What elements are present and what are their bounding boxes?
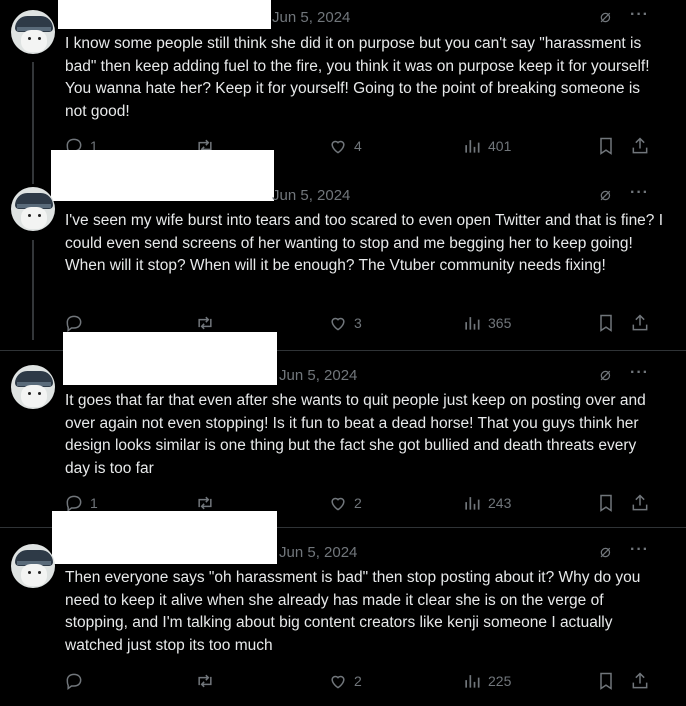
- reply-count: 1: [90, 495, 98, 511]
- post-date[interactable]: Jun 5, 2024: [279, 367, 357, 384]
- more-icon[interactable]: ···: [630, 6, 649, 24]
- repost-button[interactable]: [195, 493, 221, 513]
- like-icon: [331, 675, 345, 689]
- bookmark-button[interactable]: [596, 493, 616, 513]
- share-icon: [632, 672, 648, 689]
- share-icon: [632, 494, 648, 511]
- post[interactable]: Jun 5, 2024 ⌀ ··· I know some people sti…: [0, 0, 686, 175]
- views-count: 225: [488, 673, 512, 689]
- like-button[interactable]: 4: [328, 136, 362, 156]
- share-button[interactable]: [630, 136, 650, 156]
- like-count: 2: [354, 495, 362, 511]
- post-date[interactable]: Jun 5, 2024: [279, 544, 357, 561]
- post-text: I've seen my wife burst into tears and t…: [65, 212, 664, 274]
- share-button[interactable]: [630, 493, 650, 513]
- post-text: Then everyone says "oh harassment is bad…: [65, 569, 641, 654]
- repost-button[interactable]: [195, 671, 221, 691]
- views-button[interactable]: 401: [462, 136, 511, 156]
- like-icon: [331, 317, 345, 331]
- views-count: 243: [488, 495, 512, 511]
- avatar[interactable]: [11, 544, 55, 588]
- share-icon: [632, 137, 648, 154]
- views-icon: [465, 317, 480, 330]
- avatar[interactable]: [11, 10, 55, 54]
- share-button[interactable]: [630, 313, 650, 333]
- like-icon: [331, 497, 345, 511]
- like-count: 2: [354, 673, 362, 689]
- share-icon: [632, 314, 648, 331]
- views-count: 365: [488, 315, 512, 331]
- reply-button[interactable]: [64, 671, 90, 691]
- post-text: I know some people still think she did i…: [65, 35, 650, 120]
- avatar[interactable]: [11, 365, 55, 409]
- views-icon: [465, 140, 480, 153]
- post-text: It goes that far that even after she wan…: [65, 392, 646, 477]
- views-button[interactable]: 365: [462, 313, 511, 333]
- bookmark-icon: [600, 314, 612, 332]
- views-icon: [465, 497, 480, 510]
- views-button[interactable]: 243: [462, 493, 511, 513]
- grok-icon[interactable]: ⌀: [600, 184, 611, 205]
- repost-icon: [198, 496, 212, 510]
- repost-icon: [198, 674, 212, 688]
- repost-icon: [198, 316, 212, 330]
- post[interactable]: Jun 5, 2024 ⌀ ··· It goes that far that …: [0, 351, 686, 527]
- post-date[interactable]: Jun 5, 2024: [272, 187, 350, 204]
- bookmark-button[interactable]: [596, 313, 616, 333]
- reply-button[interactable]: [64, 313, 90, 333]
- avatar[interactable]: [11, 187, 55, 231]
- reply-icon: [66, 315, 82, 332]
- views-count: 401: [488, 138, 512, 154]
- more-icon[interactable]: ···: [630, 541, 649, 559]
- views-button[interactable]: 225: [462, 671, 511, 691]
- like-button[interactable]: 2: [328, 671, 362, 691]
- like-count: 3: [354, 315, 362, 331]
- reply-button[interactable]: 1: [64, 493, 98, 513]
- repost-button[interactable]: [195, 313, 221, 333]
- bookmark-button[interactable]: [596, 671, 616, 691]
- post[interactable]: Jun 5, 2024 ⌀ ··· I've seen my wife burs…: [0, 175, 686, 350]
- like-button[interactable]: 2: [328, 493, 362, 513]
- bookmark-icon: [600, 494, 612, 512]
- bookmark-button[interactable]: [596, 136, 616, 156]
- redacted-username: [58, 0, 271, 29]
- like-icon: [331, 140, 345, 154]
- more-icon[interactable]: ···: [630, 364, 649, 382]
- action-bar: 2 225: [60, 671, 660, 695]
- grok-icon[interactable]: ⌀: [600, 6, 611, 27]
- share-button[interactable]: [630, 671, 650, 691]
- grok-icon[interactable]: ⌀: [600, 364, 611, 385]
- bookmark-icon: [600, 672, 612, 690]
- more-icon[interactable]: ···: [630, 184, 649, 202]
- post-date[interactable]: Jun 5, 2024: [272, 9, 350, 26]
- post[interactable]: Jun 5, 2024 ⌀ ··· Then everyone says "oh…: [0, 528, 686, 706]
- reply-icon: [66, 673, 82, 690]
- grok-icon[interactable]: ⌀: [600, 541, 611, 562]
- reply-icon: [66, 495, 82, 512]
- views-icon: [465, 675, 480, 688]
- like-button[interactable]: 3: [328, 313, 362, 333]
- like-count: 4: [354, 138, 362, 154]
- bookmark-icon: [600, 137, 612, 155]
